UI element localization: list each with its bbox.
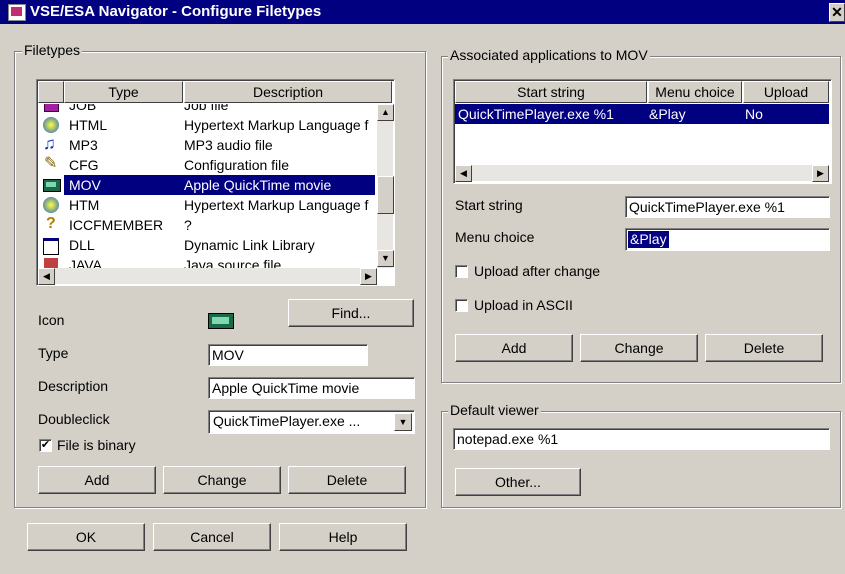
filetype-type-cell: JAVA (69, 257, 102, 268)
job-icon (43, 104, 59, 113)
column-header-menu-choice[interactable]: Menu choice (648, 81, 742, 103)
filetype-change-button[interactable]: Change (163, 466, 281, 494)
filetype-type-cell: JOB (69, 104, 97, 113)
web-icon (43, 197, 59, 213)
filetypes-hscrollbar[interactable]: ◀ ▶ (38, 268, 377, 285)
assoc-add-button[interactable]: Add (455, 334, 573, 362)
filetype-description-cell: Hypertext Markup Language f (184, 117, 369, 133)
filetype-type-cell: ICCFMEMBER (69, 217, 164, 233)
filetype-type-cell: CFG (69, 157, 99, 173)
filetypes-rows: JOB Job file HTML Hypertext Markup Language… (38, 104, 375, 268)
filetype-row[interactable]: ♫ MP3 MP3 audio file (38, 135, 375, 155)
question-icon: ? (46, 215, 56, 232)
description-label: Description (38, 378, 109, 394)
scroll-left-button[interactable]: ◀ (455, 165, 472, 182)
scroll-up-button[interactable]: ▲ (377, 104, 394, 121)
description-field[interactable]: Apple QuickTime movie (208, 377, 415, 399)
filetypes-vscrollbar[interactable]: ▲ ▼ (377, 104, 394, 268)
doubleclick-label: Doubleclick (38, 411, 110, 427)
film-icon (43, 177, 61, 193)
assoc-hscrollbar[interactable]: ◀ ▶ (455, 165, 829, 182)
column-header-type[interactable]: Type (64, 81, 183, 103)
scroll-right-button[interactable]: ▶ (360, 268, 377, 285)
selected-film-icon (208, 313, 234, 329)
menu-choice-field[interactable]: &Play (625, 228, 830, 251)
type-label: Type (38, 345, 69, 361)
binary-label: File is binary (57, 437, 136, 453)
column-header-upload[interactable]: Upload (743, 81, 829, 103)
filetype-row[interactable]: ✎ CFG Configuration file (38, 155, 375, 175)
filetypes-legend: Filetypes (22, 42, 83, 58)
filetype-type-cell: MP3 (69, 137, 98, 153)
web-icon (43, 117, 59, 133)
filetype-description-cell: Job file (184, 104, 229, 113)
upload-after-change-checkbox[interactable] (455, 265, 468, 278)
doubleclick-value: QuickTimePlayer.exe ... (213, 413, 361, 429)
start-string-label: Start string (455, 197, 523, 213)
filetype-type-cell: HTML (69, 117, 108, 133)
filetype-row[interactable]: HTML Hypertext Markup Language f (38, 115, 375, 135)
default-viewer-field[interactable]: notepad.exe %1 (453, 428, 830, 450)
filetype-description-cell: Configuration file (184, 157, 290, 173)
filetype-add-button[interactable]: Add (38, 466, 156, 494)
menu-choice-value: &Play (628, 231, 669, 248)
assoc-legend: Associated applications to MOV (448, 47, 650, 63)
filetype-type-cell: HTM (69, 197, 100, 213)
column-header-start-string[interactable]: Start string (455, 81, 647, 103)
scroll-down-button[interactable]: ▼ (377, 250, 394, 267)
filetype-description-cell: MP3 audio file (184, 137, 273, 153)
scroll-thumb[interactable] (377, 176, 394, 214)
filetype-row[interactable]: DLL Dynamic Link Library (38, 235, 375, 255)
help-button[interactable]: Help (279, 523, 407, 551)
filetype-description-cell: ? (184, 217, 192, 233)
title-bar: VSE/ESA Navigator - Configure Filetypes … (0, 0, 845, 24)
upload-ascii-label: Upload in ASCII (474, 297, 573, 313)
filetype-description-cell: Hypertext Markup Language f (184, 197, 369, 213)
pencil-icon: ✎ (44, 155, 58, 172)
filetype-row[interactable]: HTM Hypertext Markup Language f (38, 195, 375, 215)
assoc-menu-cell: &Play (649, 106, 686, 122)
assoc-upload-cell: No (745, 106, 763, 122)
assoc-row[interactable]: QuickTimePlayer.exe %1 &Play No (455, 104, 829, 124)
chevron-down-icon[interactable]: ▼ (394, 413, 412, 431)
assoc-change-button[interactable]: Change (580, 334, 698, 362)
music-note-icon: ♫ (43, 135, 56, 153)
window-icon (43, 237, 59, 255)
assoc-list[interactable]: Start string Menu choice Upload QuickTim… (453, 79, 832, 184)
filetype-row[interactable]: MOV Apple QuickTime movie (38, 175, 375, 195)
filetype-row[interactable]: JAVA Java source file (38, 255, 375, 268)
scroll-left-button[interactable]: ◀ (38, 268, 55, 285)
filetype-delete-button[interactable]: Delete (288, 466, 406, 494)
doubleclick-dropdown[interactable]: QuickTimePlayer.exe ... ▼ (208, 410, 415, 434)
upload-after-change-label: Upload after change (474, 263, 601, 279)
filetype-row[interactable]: JOB Job file (38, 104, 375, 115)
filetype-description-cell: Java source file (184, 257, 282, 268)
upload-ascii-checkbox[interactable] (455, 299, 468, 312)
filetype-type-cell: DLL (69, 237, 95, 253)
scroll-right-button[interactable]: ▶ (812, 165, 829, 182)
window-title: VSE/ESA Navigator - Configure Filetypes (30, 3, 322, 20)
other-button[interactable]: Other... (455, 468, 581, 496)
assoc-delete-button[interactable]: Delete (705, 334, 823, 362)
app-icon (8, 4, 26, 21)
start-string-field[interactable]: QuickTimePlayer.exe %1 (625, 196, 830, 218)
icon-label: Icon (38, 312, 65, 328)
binary-checkbox[interactable]: ✔ (39, 439, 52, 452)
filetype-type-cell: MOV (69, 175, 101, 195)
column-header-blank (38, 81, 64, 103)
filetypes-list[interactable]: Type Description JOB Job file HTML Hypertex… (36, 79, 395, 286)
filetype-description-cell: Dynamic Link Library (184, 237, 315, 253)
find-button[interactable]: Find... (288, 299, 414, 327)
ok-button[interactable]: OK (27, 523, 145, 551)
java-icon (43, 257, 59, 268)
menu-choice-label: Menu choice (455, 229, 535, 245)
filetype-row[interactable]: ? ICCFMEMBER? (38, 215, 375, 235)
close-button[interactable]: ✕ (829, 3, 845, 22)
cancel-button[interactable]: Cancel (153, 523, 271, 551)
filetype-description-cell: Apple QuickTime movie (184, 177, 332, 193)
column-header-description[interactable]: Description (184, 81, 392, 103)
assoc-start-cell: QuickTimePlayer.exe %1 (458, 106, 614, 122)
type-field[interactable]: MOV (208, 344, 368, 366)
default-viewer-legend: Default viewer (448, 402, 541, 418)
